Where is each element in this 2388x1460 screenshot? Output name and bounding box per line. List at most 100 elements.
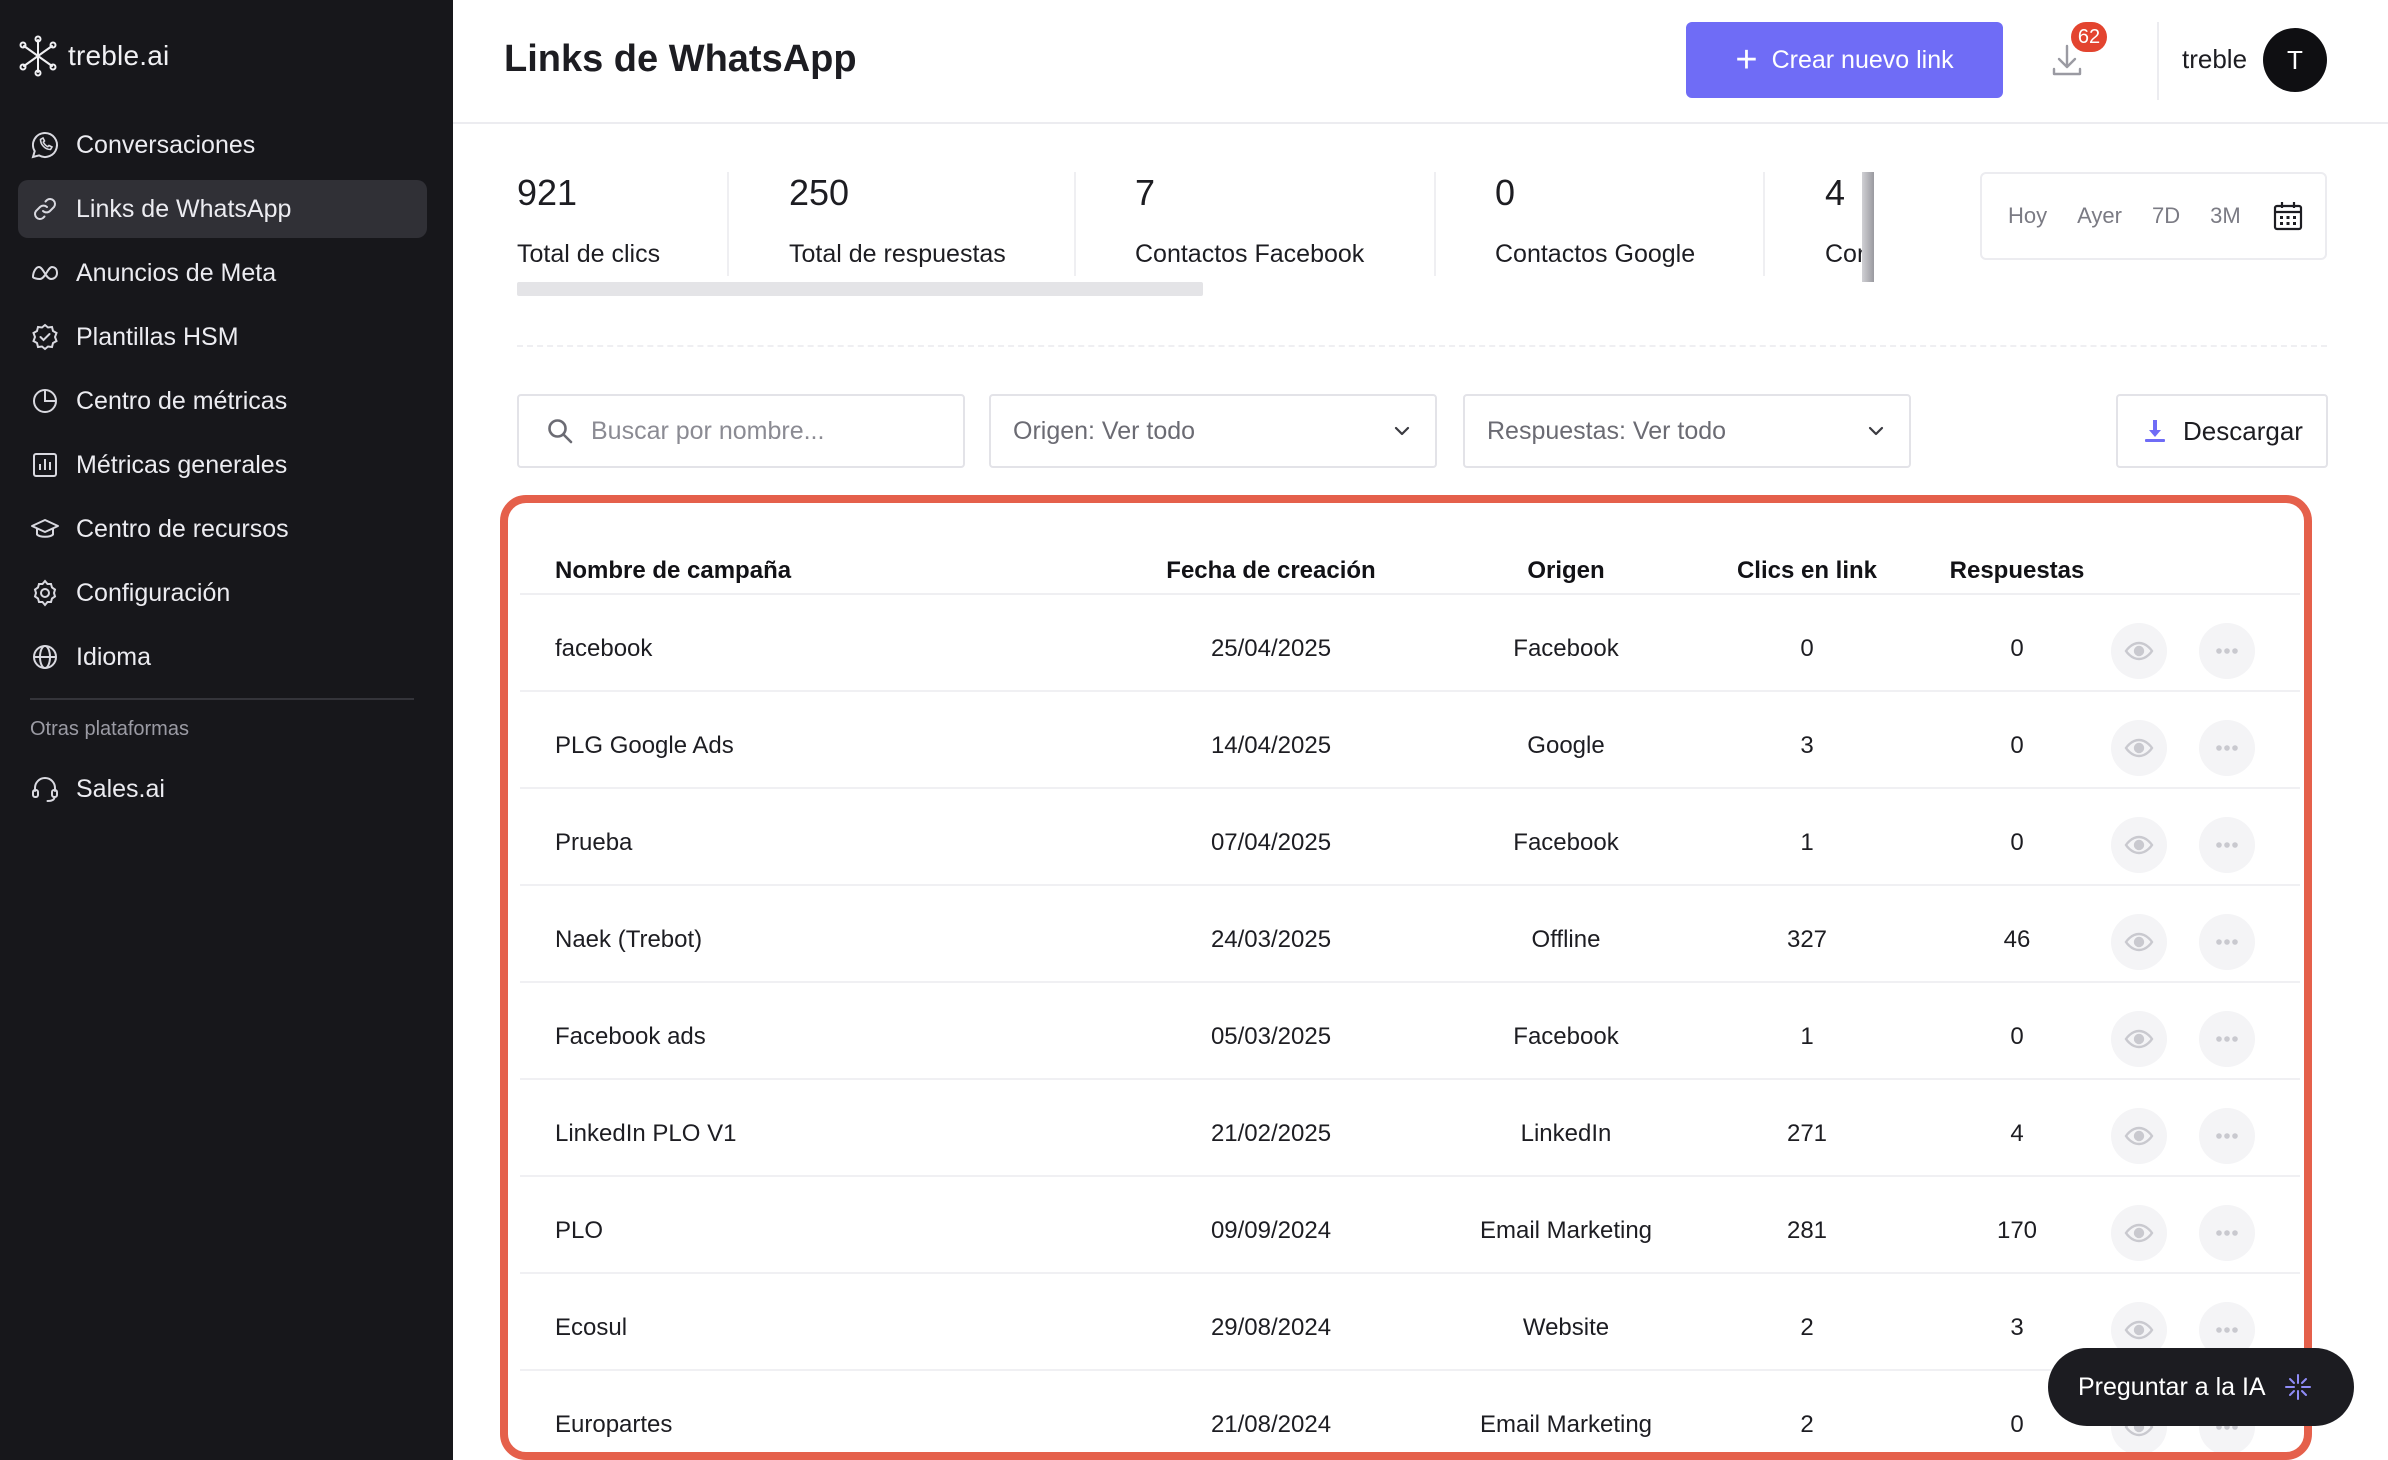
table-row[interactable]: Europartes 21/08/2024 Email Marketing 2 0 bbox=[520, 1371, 2300, 1452]
ask-ai-button[interactable]: Preguntar a la IA bbox=[2048, 1348, 2354, 1426]
more-options-button[interactable] bbox=[2199, 1108, 2255, 1164]
cell-creation-date: 24/03/2025 bbox=[1210, 926, 1332, 953]
section-divider bbox=[517, 345, 2327, 347]
search-field[interactable] bbox=[517, 394, 965, 468]
cell-responses: 4 bbox=[2010, 1120, 2024, 1147]
view-button[interactable] bbox=[2111, 1108, 2167, 1164]
more-options-icon bbox=[2216, 648, 2238, 654]
sidebar-item-anuncios-meta[interactable]: Anuncios de Meta bbox=[18, 244, 427, 302]
brand-logo[interactable]: treble.ai bbox=[16, 30, 169, 82]
more-options-button[interactable] bbox=[2199, 914, 2255, 970]
cell-origin: Email Marketing bbox=[1479, 1217, 1653, 1244]
sidebar-item-label: Conversaciones bbox=[76, 130, 256, 159]
metrics-scrollbar[interactable] bbox=[517, 282, 1203, 296]
cell-origin: Facebook bbox=[1513, 1023, 1619, 1050]
table-row[interactable]: PLG Google Ads 14/04/2025 Google 3 0 bbox=[520, 692, 2300, 789]
sidebar-divider bbox=[30, 698, 414, 700]
cell-creation-date: 21/02/2025 bbox=[1210, 1120, 1332, 1147]
metric-value: 4 bbox=[1825, 172, 1846, 213]
cell-campaign-name: PLG Google Ads bbox=[555, 732, 734, 759]
table-row[interactable]: Prueba 07/04/2025 Facebook 1 0 bbox=[520, 789, 2300, 886]
view-button[interactable] bbox=[2111, 817, 2167, 873]
column-header-responses[interactable]: Respuestas bbox=[1950, 557, 2085, 585]
table-row[interactable]: Naek (Trebot) 24/03/2025 Offline 327 46 bbox=[520, 886, 2300, 983]
page-title: Links de WhatsApp bbox=[504, 38, 857, 80]
sidebar-item-idioma[interactable]: Idioma bbox=[18, 628, 427, 686]
metric-label: Con bbox=[1825, 240, 1865, 268]
date-option-today[interactable]: Hoy bbox=[2008, 203, 2047, 229]
cell-creation-date: 25/04/2025 bbox=[1210, 635, 1332, 662]
create-link-button[interactable]: + Crear nuevo link bbox=[1686, 22, 2003, 98]
cell-responses: 0 bbox=[2010, 1411, 2024, 1438]
sidebar-item-plantillas-hsm[interactable]: Plantillas HSM bbox=[18, 308, 427, 366]
column-header-campaign[interactable]: Nombre de campaña bbox=[555, 557, 791, 585]
more-options-button[interactable] bbox=[2199, 623, 2255, 679]
verified-badge-icon bbox=[32, 323, 58, 351]
metric-value: 250 bbox=[789, 172, 850, 213]
cell-origin: Facebook bbox=[1513, 829, 1619, 856]
ask-ai-label: Preguntar a la IA bbox=[2078, 1372, 2266, 1401]
table-row[interactable]: facebook 25/04/2025 Facebook 0 0 bbox=[520, 595, 2300, 692]
responses-filter-select[interactable]: Respuestas: Ver todo bbox=[1463, 394, 1911, 468]
cell-campaign-name: facebook bbox=[555, 635, 653, 662]
calendar-icon[interactable] bbox=[2271, 199, 2305, 233]
more-options-button[interactable] bbox=[2199, 817, 2255, 873]
cell-responses: 3 bbox=[2010, 1314, 2024, 1341]
column-header-date[interactable]: Fecha de creación bbox=[1166, 557, 1375, 585]
date-option-3m[interactable]: 3M bbox=[2210, 203, 2241, 229]
more-options-button[interactable] bbox=[2199, 1205, 2255, 1261]
cell-clicks: 271 bbox=[1786, 1120, 1828, 1147]
sparkle-icon bbox=[2284, 1374, 2311, 1400]
table-row[interactable]: Ecosul 29/08/2024 Website 2 3 bbox=[520, 1274, 2300, 1371]
more-options-icon bbox=[2216, 1327, 2238, 1333]
metric-total-responses: 250 Total de respuestas bbox=[789, 172, 1006, 282]
date-range-filter: Hoy Ayer 7D 3M bbox=[1980, 172, 2327, 260]
user-name[interactable]: treble bbox=[2182, 44, 2247, 75]
globe-icon bbox=[33, 645, 57, 669]
cell-clicks: 0 bbox=[1800, 635, 1814, 662]
sidebar-item-links-whatsapp[interactable]: Links de WhatsApp bbox=[18, 180, 427, 238]
view-button[interactable] bbox=[2111, 623, 2167, 679]
table-row[interactable]: Facebook ads 05/03/2025 Facebook 1 0 bbox=[520, 983, 2300, 1080]
cell-clicks: 1 bbox=[1800, 1023, 1814, 1050]
avatar[interactable]: T bbox=[2263, 28, 2327, 92]
sidebar-item-conversaciones[interactable]: Conversaciones bbox=[18, 116, 427, 174]
column-header-clicks[interactable]: Clics en link bbox=[1737, 557, 1877, 585]
sidebar-item-label: Idioma bbox=[76, 642, 152, 671]
metric-label: Contactos Google bbox=[1495, 240, 1696, 268]
view-button[interactable] bbox=[2111, 720, 2167, 776]
sidebar-item-centro-metricas[interactable]: Centro de métricas bbox=[18, 372, 427, 430]
date-option-7d[interactable]: 7D bbox=[2152, 203, 2180, 229]
search-input[interactable] bbox=[591, 416, 951, 446]
date-option-yesterday[interactable]: Ayer bbox=[2077, 203, 2122, 229]
more-options-button[interactable] bbox=[2199, 1011, 2255, 1067]
column-header-origin[interactable]: Origen bbox=[1527, 557, 1604, 585]
metrics-scroll-shadow bbox=[1862, 172, 1874, 282]
download-button[interactable]: Descargar bbox=[2116, 394, 2328, 468]
table-row[interactable]: LinkedIn PLO V1 21/02/2025 LinkedIn 271 4 bbox=[520, 1080, 2300, 1177]
campaigns-table-highlight: Nombre de campaña Fecha de creación Orig… bbox=[500, 495, 2312, 1460]
link-icon bbox=[34, 198, 56, 220]
origin-filter-select[interactable]: Origen: Ver todo bbox=[989, 394, 1437, 468]
view-button[interactable] bbox=[2111, 914, 2167, 970]
table-header: Nombre de campaña Fecha de creación Orig… bbox=[520, 515, 2300, 595]
more-options-button[interactable] bbox=[2199, 720, 2255, 776]
sidebar-item-centro-recursos[interactable]: Centro de recursos bbox=[18, 500, 427, 558]
sidebar-item-metricas-generales[interactable]: Métricas generales bbox=[18, 436, 427, 494]
cell-creation-date: 14/04/2025 bbox=[1210, 732, 1332, 759]
cell-creation-date: 29/08/2024 bbox=[1210, 1314, 1332, 1341]
view-button[interactable] bbox=[2111, 1011, 2167, 1067]
view-button[interactable] bbox=[2111, 1205, 2167, 1261]
metric-label: Total de respuestas bbox=[789, 240, 1006, 268]
metric-divider bbox=[727, 172, 729, 276]
cell-creation-date: 09/09/2024 bbox=[1210, 1217, 1332, 1244]
metric-total-clicks: 921 Total de clics bbox=[517, 172, 660, 282]
cell-responses: 0 bbox=[2010, 732, 2024, 759]
metrics-strip: 921 Total de clics 250 Total de respuest… bbox=[517, 172, 1873, 298]
sidebar-item-sales-ai[interactable]: Sales.ai bbox=[18, 760, 427, 818]
cell-clicks: 3 bbox=[1800, 732, 1814, 759]
table-row[interactable]: PLO 09/09/2024 Email Marketing 281 170 bbox=[520, 1177, 2300, 1274]
metric-value: 921 bbox=[517, 172, 578, 213]
sidebar-item-configuracion[interactable]: Configuración bbox=[18, 564, 427, 622]
more-options-icon bbox=[2216, 1036, 2238, 1042]
